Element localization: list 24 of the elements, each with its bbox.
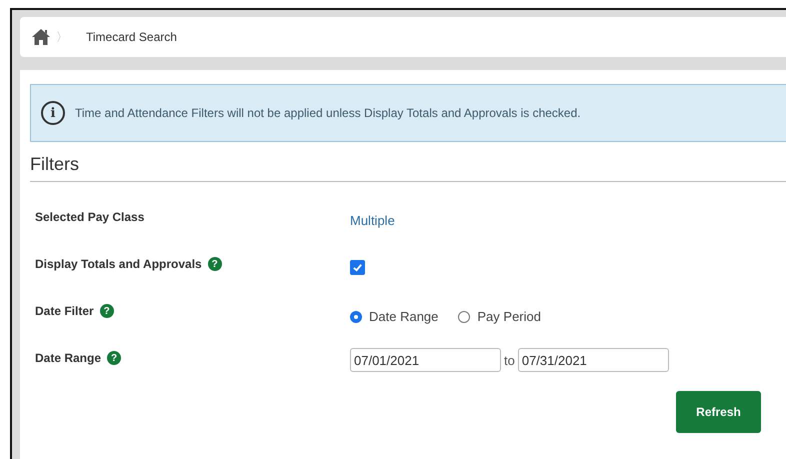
section-title: Filters: [30, 142, 786, 182]
checkbox[interactable]: [350, 260, 365, 275]
home-icon[interactable]: [32, 29, 50, 45]
alert-message: Time and Attendance Filters will not be applied unless Display Totals and Approvals is checked.: [75, 106, 581, 120]
field-label: Selected Pay Class: [35, 210, 144, 224]
field-label: Date Range: [35, 351, 102, 365]
end-date-field[interactable]: 07/31/2021: [518, 348, 669, 372]
breadcrumb-separator: 〉: [56, 28, 68, 46]
range-joiner: to: [504, 352, 515, 368]
radio-button[interactable]: [350, 310, 362, 322]
field-label: Date Filter: [35, 304, 94, 318]
radio-label[interactable]: Pay Period: [477, 309, 541, 324]
field-label: Display Totals and Approvals: [35, 257, 202, 271]
info-icon: i: [41, 101, 65, 125]
checkmark-icon: [352, 262, 363, 273]
pay-class-link[interactable]: Multiple: [350, 213, 395, 228]
help-icon[interactable]: ?: [208, 257, 222, 271]
help-icon[interactable]: ?: [107, 351, 122, 365]
radio-label[interactable]: Date Range: [369, 309, 438, 324]
refresh-button[interactable]: Refresh: [676, 391, 761, 433]
breadcrumb-current: Timecard Search: [86, 30, 177, 44]
help-icon[interactable]: ?: [100, 304, 114, 318]
start-date-field[interactable]: 07/01/2021: [350, 348, 501, 372]
radio-button[interactable]: [458, 310, 470, 322]
